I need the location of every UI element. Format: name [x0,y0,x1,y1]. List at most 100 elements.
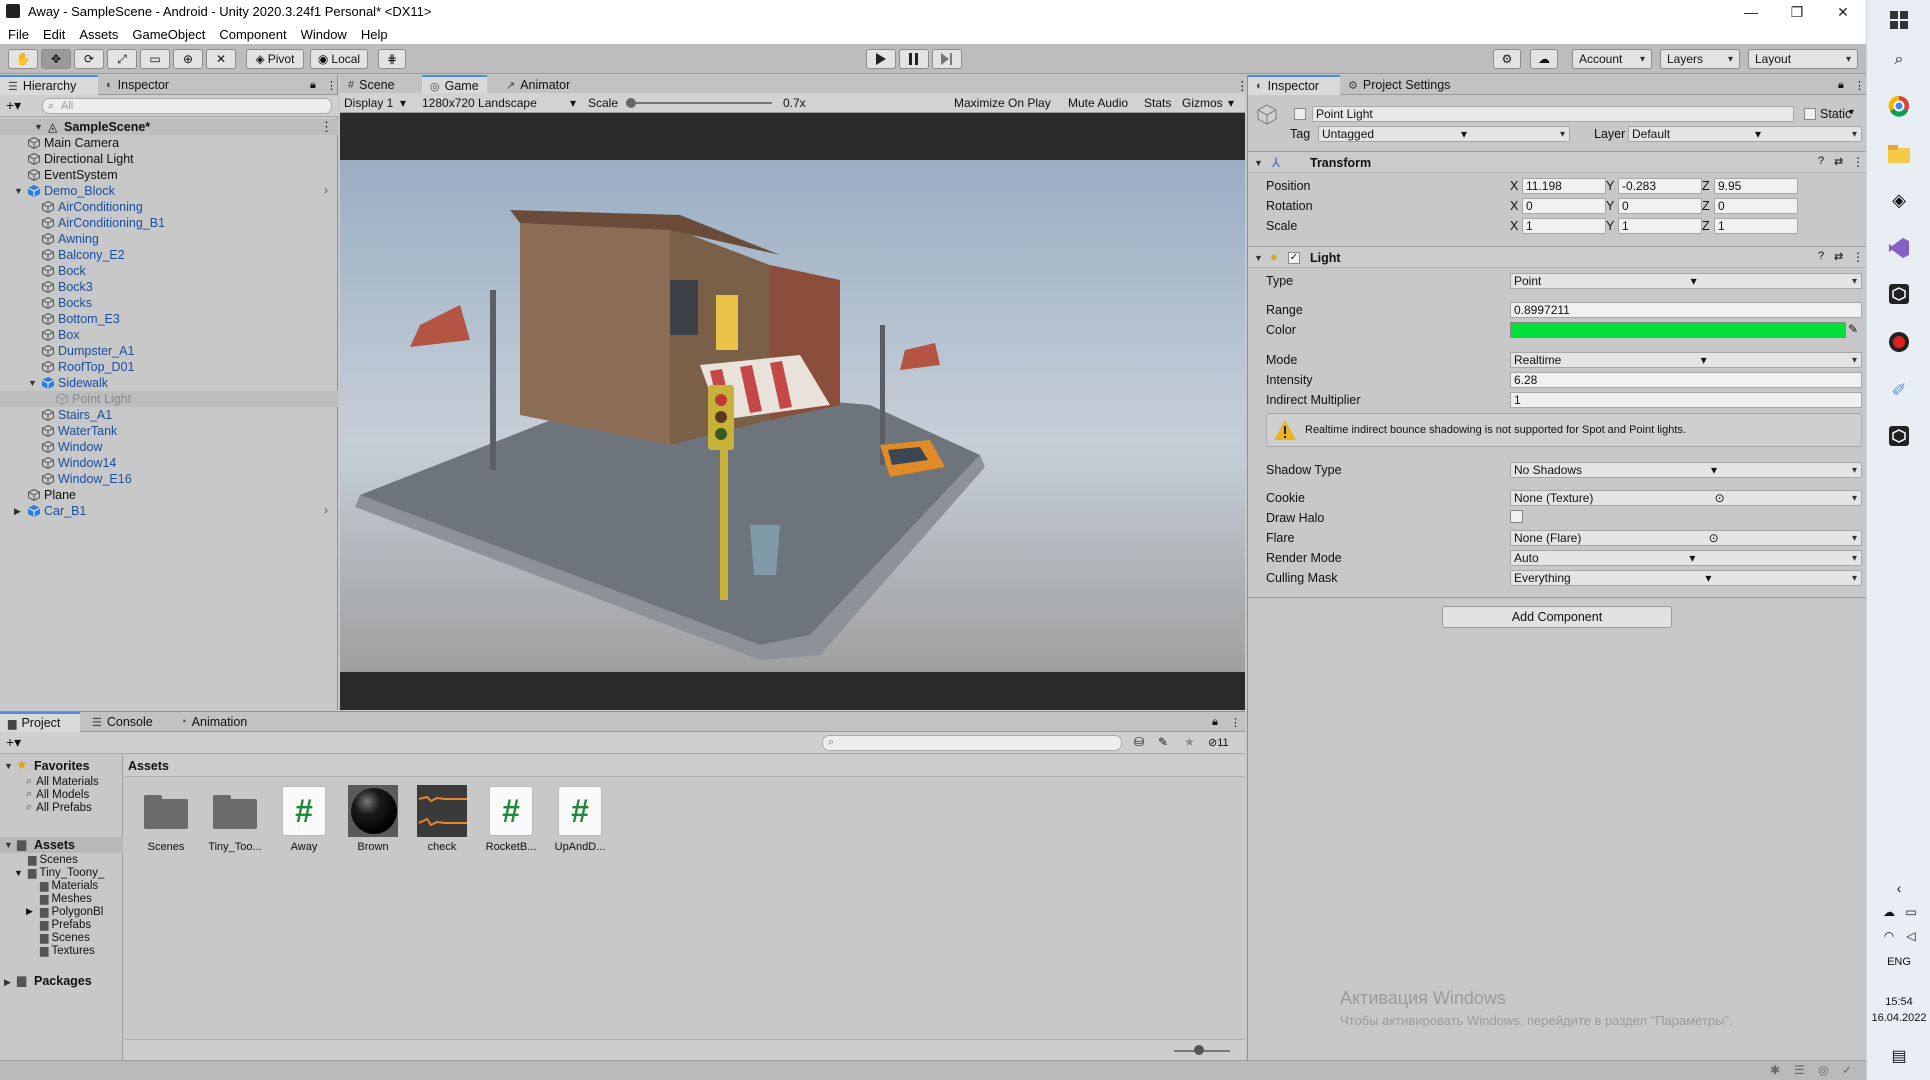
unity-editor-icon[interactable] [1887,282,1911,306]
favorite-item[interactable]: ⌕ All Materials [26,775,99,788]
visual-studio-icon[interactable] [1887,236,1911,260]
preset-icon[interactable]: ⇄ [1834,250,1843,263]
static-dropdown-icon[interactable]: ▾ [1849,107,1854,118]
color-swatch[interactable] [1510,322,1846,338]
windows-start-icon[interactable] [1887,8,1911,32]
tab-game[interactable]: ◎ Game [422,75,487,95]
menu-gameobject[interactable]: GameObject [132,27,205,42]
favorite-star-icon[interactable]: ★ [1184,735,1195,749]
scale-z-input[interactable]: 1 [1714,218,1798,234]
hand-tool-icon[interactable]: ✋ [8,49,38,69]
paint-icon[interactable]: ✐ [1887,378,1911,402]
expand-arrow-icon[interactable]: ▶ [14,506,21,517]
resolution-dropdown[interactable]: 1280x720 Landscape ▾ [422,95,576,111]
preset-icon[interactable]: ⇄ [1834,155,1843,168]
rect-tool-icon[interactable]: ▭ [140,49,170,69]
scale-y-input[interactable]: 1 [1618,218,1702,234]
local-toggle[interactable]: ◉ Local [310,49,368,69]
hierarchy-item[interactable]: Window [0,439,338,455]
asset-tile[interactable]: # UpAndD... [549,786,611,853]
hierarchy-item[interactable]: Stairs_A1 [0,407,338,423]
scene-row[interactable]: ▼ ◬ SampleScene* ⋮ [0,119,338,135]
collab-icon[interactable]: ⚙ [1493,49,1521,69]
hierarchy-item[interactable]: ▼ Demo_Block › [0,183,338,199]
favorite-item[interactable]: ⌕ All Prefabs [26,801,92,814]
cookie-field[interactable]: None (Texture) ⊙ [1510,490,1862,506]
hierarchy-item[interactable]: Bottom_E3 [0,311,338,327]
gizmos-toggle[interactable]: Gizmos [1182,95,1223,111]
hierarchy-item[interactable]: AirConditioning_B1 [0,215,338,231]
move-tool-icon[interactable]: ✥ [41,49,71,69]
object-picker-icon[interactable]: ⊙ [1715,491,1725,505]
add-object-button[interactable]: +▾ [6,97,21,114]
tab-console[interactable]: ☰ Console [84,712,161,732]
component-menu-icon[interactable]: ⋮ [1852,250,1864,264]
scale-tool-icon[interactable]: ⤢ [107,49,137,69]
collapse-arrow-icon[interactable]: ▼ [1254,158,1263,168]
maximize-on-play-toggle[interactable]: Maximize On Play [954,95,1051,111]
culling-mask-dropdown[interactable]: Everything ▾ [1510,570,1862,586]
transform-header[interactable]: ▼ ⅄ Transform ? ⇄ ⋮ [1248,151,1867,173]
search-by-type-icon[interactable]: ⛁ [1134,735,1144,749]
tab-hierarchy[interactable]: ☰ Hierarchy [0,75,98,95]
light-enabled-checkbox[interactable]: ✓ [1288,252,1300,264]
flare-field[interactable]: None (Flare) ⊙ [1510,530,1862,546]
menu-help[interactable]: Help [361,27,388,42]
project-more-icon[interactable]: ⋮ [1222,712,1249,732]
transform-tool-icon[interactable]: ⊕ [173,49,203,69]
help-icon[interactable]: ? [1818,250,1824,262]
static-checkbox[interactable] [1804,108,1816,120]
favorites-label[interactable]: Favorites [34,759,90,773]
scene-menu-icon[interactable]: ⋮ [320,119,333,135]
pause-button[interactable] [899,49,929,69]
rotate-tool-icon[interactable]: ⟳ [74,49,104,69]
tab-scene[interactable]: # Scene [340,75,403,95]
asset-tile[interactable]: Tiny_Too... [204,786,266,853]
expand-arrow-icon[interactable]: ▼ [28,378,37,388]
asset-tile[interactable]: check [411,785,473,853]
asset-folder-item[interactable]: ▼ ▆ Tiny_Toony_ [14,866,104,880]
gizmos-dropdown-icon[interactable]: ▾ [1228,95,1234,111]
assets-root-row[interactable]: ▼ ▆ Assets [0,837,123,853]
asset-folder-item[interactable]: ▆ Scenes [40,931,90,945]
expand-arrow-icon[interactable]: ▶ [26,906,33,917]
hierarchy-item[interactable]: Window_E16 [0,471,338,487]
packages-label[interactable]: Packages [34,974,92,988]
notifications-icon[interactable]: ▤ [1887,1044,1911,1068]
hierarchy-item[interactable]: Awning [0,231,338,247]
close-button[interactable]: ✕ [1820,0,1866,24]
collapse-arrow-icon[interactable]: ▼ [1254,253,1263,263]
open-prefab-icon[interactable]: › [324,183,328,197]
layer-dropdown[interactable]: Default ▾ [1628,126,1862,142]
add-component-button[interactable]: Add Component [1442,606,1672,628]
expand-arrow-icon[interactable]: ▼ [4,840,13,850]
maximize-button[interactable]: ❐ [1774,0,1820,24]
eyedropper-icon[interactable]: ✎ [1848,322,1858,336]
scale-slider[interactable] [626,95,772,111]
play-button[interactable] [866,49,896,69]
scale-x-input[interactable]: 1 [1522,218,1606,234]
wifi-icon[interactable]: ◠ [1877,924,1901,948]
unity-editor-2-icon[interactable] [1887,424,1911,448]
hierarchy-item[interactable]: Bocks [0,295,338,311]
position-y-input[interactable]: -0.283 [1618,178,1702,194]
asset-tile[interactable]: # RocketB... [480,786,542,853]
expand-arrow-icon[interactable]: ▼ [4,761,13,771]
tab-animator[interactable]: ↗ Animator [498,75,578,95]
language-indicator[interactable]: ENG [1867,956,1930,968]
menu-file[interactable]: File [8,27,29,42]
bug-icon[interactable]: ✱ [1770,1063,1780,1077]
onedrive-icon[interactable]: ☁ [1877,900,1901,924]
active-checkbox[interactable] [1294,108,1306,120]
asset-folder-item[interactable]: ▆ Meshes [40,892,92,906]
display-dropdown[interactable]: Display 1 ▾ [344,95,406,111]
type-dropdown[interactable]: Point ▾ [1510,273,1862,289]
menu-component[interactable]: Component [219,27,286,42]
hierarchy-item[interactable]: Box [0,327,338,343]
display-icon[interactable]: ▭ [1899,900,1923,924]
hierarchy-item[interactable]: ▶ Car_B1 › [0,503,338,519]
asset-tile[interactable]: Brown [342,785,404,853]
tab-inspector-left[interactable]: ◐ Inspector [98,75,177,95]
grid-snap-icon[interactable]: ⋕ [378,49,406,69]
hierarchy-item[interactable]: AirConditioning [0,199,338,215]
